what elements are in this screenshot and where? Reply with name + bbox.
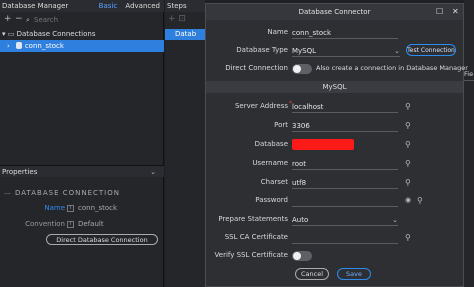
prop-name-label: Name <box>44 204 65 212</box>
port-input[interactable]: 3306 <box>292 120 398 132</box>
properties-header[interactable]: Properties ⌄ <box>0 165 164 177</box>
mysql-section-header: MySQL <box>206 81 463 93</box>
verify-label: Verify SSL Certificate <box>214 251 288 259</box>
dialog-title: Database Connector <box>206 4 463 20</box>
direct-connection-row: Direct Connection Also create a connecti… <box>206 62 468 76</box>
prop-name-row: Name i conn_stock <box>0 203 164 214</box>
tree-item-conn[interactable]: › conn_stock <box>0 40 164 52</box>
dynamic-data-icon[interactable]: ⚲ <box>405 140 414 149</box>
sslca-input[interactable] <box>292 232 398 244</box>
password-row: Password ◉ ⚲ <box>206 194 463 208</box>
close-icon[interactable]: ✕ <box>452 4 459 20</box>
prepare-row: Prepare Statements Auto ⌄ <box>206 213 463 227</box>
prop-convention-value[interactable]: Default <box>78 219 104 230</box>
database-manager-panel: Database Manager Basic Advanced + − ⌕ ▾ … <box>0 0 164 287</box>
divider <box>464 80 474 81</box>
direct-connection-toggle[interactable] <box>292 64 312 74</box>
background-panel: Fie <box>464 0 474 287</box>
steps-toolbar: + ⊡ <box>168 14 186 24</box>
prop-convention-label: Convention <box>25 220 65 228</box>
properties-title: Properties <box>2 168 38 176</box>
eye-icon[interactable]: ◉ <box>405 196 411 204</box>
charset-input[interactable]: utf8 <box>292 177 398 189</box>
username-input[interactable]: root <box>292 158 398 170</box>
dialog-footer: Cancel Save <box>206 266 463 284</box>
save-button[interactable]: Save <box>337 268 371 280</box>
steps-item[interactable]: Datab <box>165 29 205 40</box>
dbtype-label: Database Type <box>236 46 288 54</box>
remove-icon[interactable]: − <box>15 14 23 24</box>
prepare-value: Auto <box>292 216 309 224</box>
server-input[interactable]: localhost <box>292 101 398 113</box>
dynamic-data-icon[interactable]: ⚲ <box>417 196 426 205</box>
info-icon[interactable]: i <box>67 205 74 212</box>
password-label: Password <box>255 196 288 204</box>
sslca-row: SSL CA Certificate ⚲ <box>206 231 463 245</box>
verify-ssl-row: Verify SSL Certificate <box>206 249 463 263</box>
dbtype-value: MySQL <box>292 47 317 55</box>
folder-icon: ▭ <box>7 30 15 38</box>
chevron-down-icon: ⌄ <box>394 47 400 55</box>
server-label: Server Address * <box>234 100 292 110</box>
test-connection-button[interactable]: Test Connection <box>406 44 456 56</box>
add-icon[interactable]: + <box>4 14 12 24</box>
dynamic-data-icon[interactable]: ⚲ <box>405 233 414 242</box>
tree-root-label: Database Connections <box>16 30 96 38</box>
panel-title: Database Manager <box>2 2 69 10</box>
chevron-down-icon[interactable]: ⌄ <box>150 166 156 178</box>
dynamic-data-icon[interactable]: ⚲ <box>405 121 414 130</box>
chevron-down-icon[interactable]: ▾ <box>2 30 6 38</box>
verify-ssl-toggle[interactable] <box>292 251 312 261</box>
database-connector-dialog: Database Connector ☐ ✕ Name conn_stock D… <box>205 3 468 287</box>
prepare-select[interactable]: Auto ⌄ <box>292 214 398 226</box>
username-row: Username root ⚲ <box>206 157 463 171</box>
name-label: Name <box>267 28 288 36</box>
dynamic-data-icon[interactable]: ⚲ <box>405 178 414 187</box>
dynamic-data-icon[interactable]: ⚲ <box>405 102 414 111</box>
name-input[interactable]: conn_stock <box>292 27 398 39</box>
prop-name-value[interactable]: conn_stock <box>78 203 117 214</box>
direct-hint: Also create a connection in Database Man… <box>316 64 468 72</box>
chevron-down-icon: ⌄ <box>392 216 398 224</box>
sslca-label: SSL CA Certificate <box>224 233 288 241</box>
dbtype-row: Database Type MySQL ⌄ Test Connection <box>206 44 463 58</box>
panel-header: Database Manager Basic Advanced <box>0 0 164 12</box>
direct-database-connection-button[interactable]: Direct Database Connection <box>46 234 158 245</box>
database-label: Database <box>254 140 288 148</box>
name-row: Name conn_stock <box>206 26 463 40</box>
toolbar: + − ⌕ <box>0 13 164 27</box>
steps-title: Steps <box>165 0 205 12</box>
database-row: Database ⚲ <box>206 138 463 152</box>
tab-basic[interactable]: Basic <box>99 2 118 10</box>
steps-panel: Steps + ⊡ Datab <box>165 0 205 287</box>
section-label: DATABASE CONNECTION <box>4 189 162 197</box>
direct-label: Direct Connection <box>225 64 288 72</box>
tree-root[interactable]: ▾ ▭ Database Connections <box>0 29 164 40</box>
database-icon <box>15 42 22 49</box>
server-row: Server Address * localhost ⚲ <box>206 100 463 114</box>
cancel-button[interactable]: Cancel <box>295 268 329 280</box>
redacted-database-input[interactable] <box>292 139 354 150</box>
dynamic-data-icon[interactable]: ⚲ <box>405 159 414 168</box>
username-label: Username <box>252 159 288 167</box>
dbtype-select[interactable]: MySQL ⌄ <box>292 45 400 57</box>
prop-convention-row: Convention i Default <box>0 219 164 230</box>
add-icon[interactable]: + <box>168 14 176 24</box>
tab-advanced[interactable]: Advanced <box>125 2 160 10</box>
search-input[interactable] <box>34 14 144 25</box>
info-icon[interactable]: i <box>67 221 74 228</box>
port-label: Port <box>274 121 288 129</box>
tree-item-label: conn_stock <box>24 42 64 50</box>
port-row: Port 3306 ⚲ <box>206 119 463 133</box>
charset-label: Charset <box>260 178 288 186</box>
copy-icon[interactable]: ⊡ <box>178 14 186 24</box>
prepare-label: Prepare Statements <box>218 215 288 223</box>
search-icon: ⌕ <box>26 16 30 24</box>
maximize-icon[interactable]: ☐ <box>436 4 443 20</box>
charset-row: Charset utf8 ⚲ <box>206 176 463 190</box>
chevron-right-icon[interactable]: › <box>7 42 10 50</box>
password-input[interactable] <box>292 195 398 207</box>
